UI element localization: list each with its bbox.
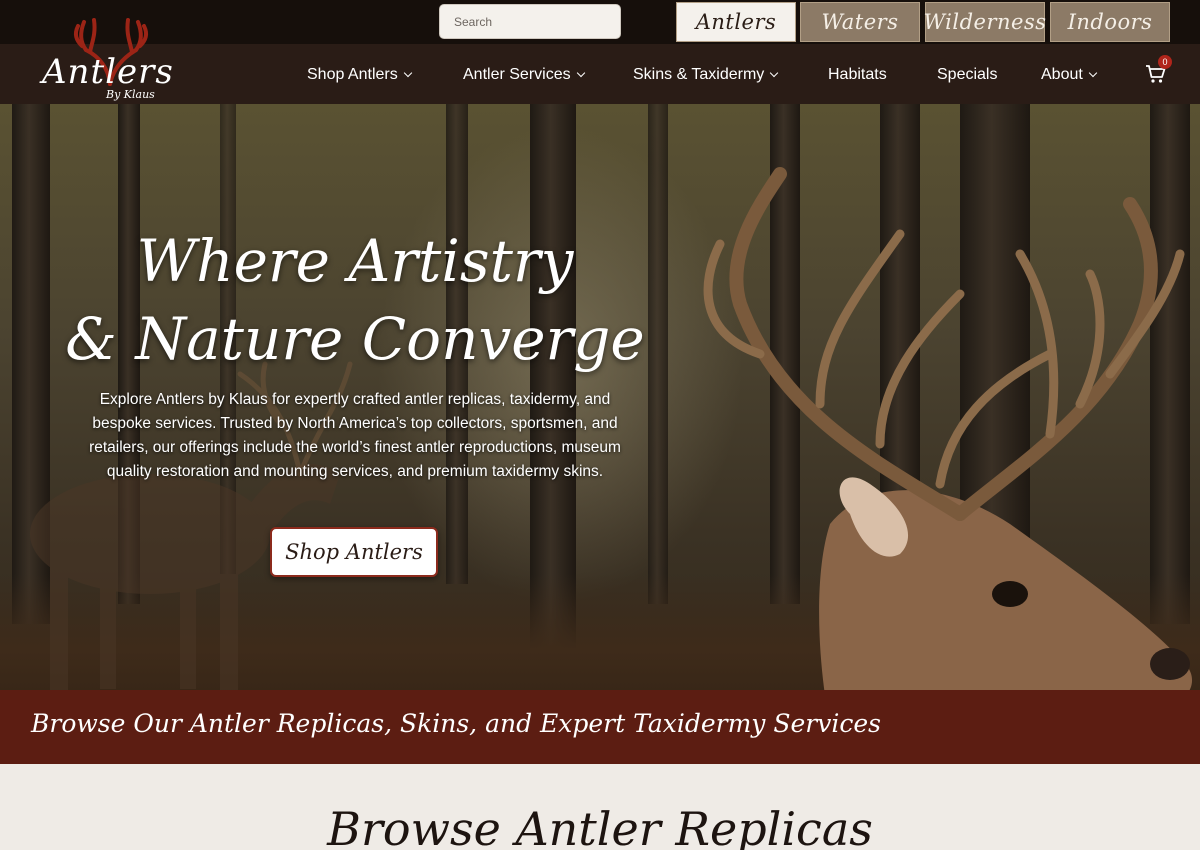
chevron-down-icon bbox=[576, 68, 585, 78]
chevron-down-icon bbox=[770, 68, 779, 78]
main-navigation: Antlers By Klaus Shop Antlers Antler Ser… bbox=[0, 18, 1200, 104]
hero-title: Where Artistry & Nature Converge bbox=[60, 222, 650, 378]
site-tab-indoors[interactable]: Indoors bbox=[1050, 2, 1170, 42]
site-logo[interactable]: Antlers By Klaus bbox=[36, 6, 184, 102]
chevron-down-icon bbox=[1088, 68, 1098, 78]
site-tab-wilderness[interactable]: Wilderness bbox=[923, 2, 1046, 42]
banner-text: Browse Our Antler Replicas, Skins, and E… bbox=[31, 709, 881, 738]
search-input[interactable] bbox=[439, 4, 621, 39]
nav-skins-taxidermy[interactable]: Skins & Taxidermy bbox=[633, 64, 779, 86]
nav-label: Skins & Taxidermy bbox=[633, 66, 765, 83]
logo-subtitle: By Klaus bbox=[106, 88, 155, 101]
logo-title: Antlers bbox=[42, 52, 174, 92]
nav-about[interactable]: About bbox=[1041, 64, 1098, 86]
hero-title-line: Where Artistry bbox=[136, 227, 574, 295]
nav-shop-antlers[interactable]: Shop Antlers bbox=[307, 64, 412, 86]
cart-count-badge: 0 bbox=[1158, 55, 1172, 69]
nav-label: Shop Antlers bbox=[307, 66, 398, 83]
hero-section: Where Artistry & Nature Converge Explore… bbox=[0, 104, 1200, 764]
hero-title-line: & Nature Converge bbox=[65, 305, 645, 373]
nav-label: Specials bbox=[937, 66, 998, 83]
chevron-down-icon bbox=[403, 68, 412, 78]
nav-label: Antler Services bbox=[463, 66, 571, 83]
hero-description: Explore Antlers by Klaus for expertly cr… bbox=[89, 391, 621, 480]
hero-banner: Browse Our Antler Replicas, Skins, and E… bbox=[0, 690, 1200, 764]
shop-antlers-button[interactable]: Shop Antlers bbox=[270, 527, 438, 577]
cart-button[interactable]: 0 bbox=[1144, 55, 1172, 88]
nav-habitats[interactable]: Habitats bbox=[828, 64, 887, 86]
nav-specials[interactable]: Specials bbox=[937, 64, 997, 86]
nav-label: About bbox=[1041, 66, 1083, 83]
nav-label: Habitats bbox=[828, 66, 887, 83]
nav-antler-services[interactable]: Antler Services bbox=[463, 64, 585, 86]
site-tab-antlers[interactable]: Antlers bbox=[676, 2, 796, 42]
browse-section-title: Browse Antler Replicas bbox=[327, 802, 873, 850]
site-tab-waters[interactable]: Waters bbox=[800, 2, 920, 42]
